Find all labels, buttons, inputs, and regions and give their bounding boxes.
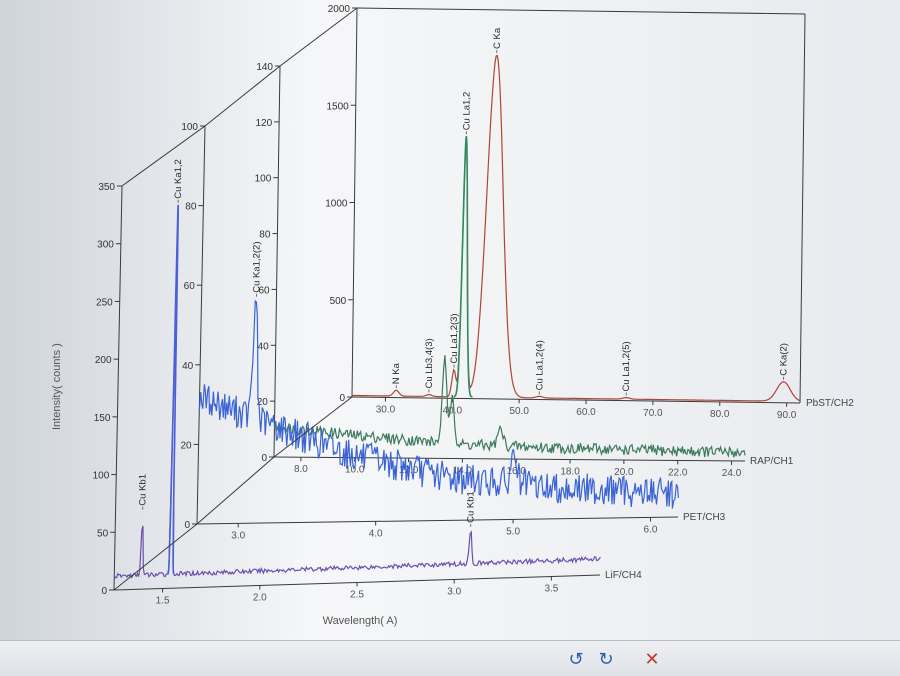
y-tick-label: 2000 [328,4,351,15]
stacked-spectra-chart: 050010001500200030.0 40.0 50.0 60.0 70.0 80.0… [0,0,900,675]
x-tick-label: 6.0 [644,524,658,535]
channel-label: PET/CH3 [683,512,726,523]
peak-label: Cu La1,2 [461,92,472,131]
y-tick-label: 60 [184,281,196,292]
x-tick-label: 60.0 [576,407,596,418]
peak-label: Cu Lb3,4(3) [424,338,435,388]
x-tick-label: 4.0 [369,528,383,539]
y-tick-label: 100 [181,122,198,133]
x-tick-label: 2.0 [253,593,267,604]
y-tick-label: 40 [182,361,194,372]
y-tick-label: 1500 [327,101,350,112]
y-tick-label: 0 [101,586,107,597]
close-button[interactable]: ✕ [642,649,662,671]
x-tick-label: 8.0 [294,464,308,475]
y-tick-label: 350 [98,182,115,193]
x-tick-label: 1.5 [156,596,170,607]
x-tick-label: 30.0 [376,404,396,415]
y-tick-label: 200 [95,355,112,366]
rotate-right-button[interactable]: ↻ [596,649,616,671]
peak-label: Cu Ka1,2 [173,159,184,199]
y-tick-label: 80 [259,230,271,241]
y-tick-label: 100 [93,471,110,482]
x-tick-label: 24.0 [722,468,742,479]
x-tick-label: 50.0 [509,406,529,417]
y-tick-label: 120 [255,118,272,129]
x-axis-label: Wavelength( A) [323,615,398,627]
y-tick-label: 500 [330,296,347,307]
x-tick-label: 22.0 [668,467,688,478]
x-tick-label: 90.0 [777,410,797,421]
peak-label: C Ka(2) [779,343,790,376]
y-tick-label: 1000 [325,199,348,210]
x-tick-label: 40.0 [443,405,463,416]
peak-label: Cu Kb1 [466,491,477,523]
y-tick-label: 0 [261,453,267,464]
peak-label: Cu La1,2(5) [621,341,632,391]
y-tick-label: 140 [256,62,273,73]
x-tick-label: 3.0 [447,587,461,598]
peak-label: N Ka [391,362,402,384]
rotate-left-button[interactable]: ↺ [566,649,586,671]
x-tick-label: 5.0 [506,526,520,537]
y-tick-label: 50 [97,528,109,539]
channel-label: PbST/CH2 [806,398,854,409]
x-tick-label: 70.0 [643,408,663,419]
x-tick-label: 18.0 [560,467,580,478]
y-tick-label: 20 [180,440,192,451]
y-axis-label: Intensity( counts ) [51,343,63,430]
peak-label: Cu La1,2(3) [449,313,460,363]
y-tick-label: 80 [185,202,197,213]
y-tick-label: 150 [94,413,111,424]
peak-label: Cu La1,2(4) [534,340,545,390]
peak-label: Cu Ka1,2(2) [251,241,262,292]
x-tick-label: 80.0 [710,409,730,420]
y-tick-label: 100 [255,174,272,185]
viewer-toolbar: ↺ ↻ ✕ [0,640,900,676]
y-tick-label: 250 [96,297,113,308]
channel-label: RAP/CH1 [750,456,794,467]
peak-label: C Ka [492,27,503,49]
x-tick-label: 3.5 [544,584,558,595]
x-tick-label: 3.0 [231,530,245,541]
peak-label: Cu Kb1 [138,474,149,506]
y-tick-label: 300 [97,240,114,251]
x-tick-label: 2.5 [350,590,364,601]
y-tick-label: 40 [258,341,270,352]
channel-label: LiF/CH4 [605,570,642,581]
